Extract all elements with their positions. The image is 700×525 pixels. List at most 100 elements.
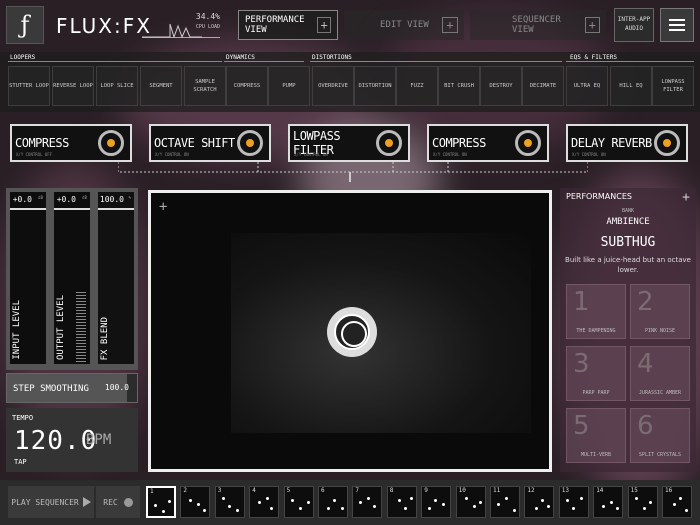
fx-slot-2[interactable]: OCTAVE SHIFT X/Y CONTROL ON <box>149 124 271 162</box>
fx-compress[interactable]: COMPRESS <box>226 66 268 106</box>
sequencer-step-6[interactable]: 6 <box>318 486 348 518</box>
sequencer-step-4[interactable]: 4 <box>249 486 280 518</box>
slot-toggle-knob[interactable] <box>515 130 541 156</box>
slot-name: COMPRESS <box>432 136 486 150</box>
play-sequencer-button[interactable]: PLAY SEQUENCER <box>8 486 94 518</box>
fx-sample-scratch[interactable]: SAMPLE SCRATCH <box>184 66 226 106</box>
sequencer-step-8[interactable]: 8 <box>386 486 417 518</box>
tab-edit-view[interactable]: EDIT VIEW + <box>344 10 464 40</box>
fx-loop-slice[interactable]: LOOP SLICE <box>96 66 138 106</box>
fx-overdrive[interactable]: OVERDRIVE <box>312 66 354 106</box>
fx-slot-4[interactable]: COMPRESS X/Y CONTROL ON <box>427 124 549 162</box>
sequencer-step-9[interactable]: 9 <box>421 486 452 518</box>
fx-blend-meter[interactable]: 100.0 % FX BLEND <box>98 192 134 364</box>
sequencer-step-11[interactable]: 11 <box>490 486 520 518</box>
add-icon[interactable]: + <box>159 199 167 215</box>
fx-decimate[interactable]: DECIMATE <box>522 66 564 106</box>
inter-app-audio-button[interactable]: INTER-APP AUDIO <box>614 8 654 42</box>
target-icon <box>334 314 370 350</box>
performance-slot-5[interactable]: 5 MULTI-VERB <box>566 408 626 463</box>
add-icon[interactable]: + <box>317 17 331 33</box>
fx-slot-5[interactable]: DELAY REVERB X/Y CONTROL ON <box>566 124 688 162</box>
performance-slot-2[interactable]: 2 PINK NOISE <box>630 284 690 339</box>
record-button[interactable]: REC <box>96 486 140 518</box>
meter-label: INPUT LEVEL <box>12 300 22 360</box>
tempo-unit: BPM <box>86 432 112 448</box>
tempo-value[interactable]: 120.0 <box>14 426 97 456</box>
fx-ultra-eq[interactable]: ULTRA EQ <box>566 66 608 106</box>
sequencer-step-13[interactable]: 13 <box>558 486 589 518</box>
add-icon[interactable]: + <box>442 17 458 33</box>
tab-sequencer-view[interactable]: SEQUENCER VIEW + <box>470 10 606 40</box>
xy-handle[interactable] <box>327 307 377 357</box>
performance-slot-4[interactable]: 4 JURASSIC AMBER <box>630 346 690 401</box>
step-dot <box>505 497 508 500</box>
sequencer-step-7[interactable]: 7 <box>352 486 383 518</box>
performance-slot-6[interactable]: 6 SPLIT CRYSTALS <box>630 408 690 463</box>
category-dynamics: DYNAMICS <box>226 54 255 61</box>
tempo-panel[interactable]: TEMPO 120.0 BPM TAP <box>6 408 138 472</box>
fx-destroy[interactable]: DESTROY <box>480 66 522 106</box>
fx-segment[interactable]: SEGMENT <box>140 66 182 106</box>
step-smoothing-label: STEP SMOOTHING <box>13 384 89 394</box>
step-dot <box>290 499 294 502</box>
record-icon <box>123 497 133 507</box>
step-dot <box>472 505 476 508</box>
slot-toggle-knob[interactable] <box>98 130 124 156</box>
sequencer-step-14[interactable]: 14 <box>593 486 624 518</box>
sequencer-step-1[interactable]: 1 <box>146 486 176 518</box>
step-smoothing-slider[interactable]: STEP SMOOTHING 100.0 <box>6 373 138 403</box>
step-dot <box>306 501 310 504</box>
play-icon <box>82 497 91 507</box>
app-logo[interactable]: ƒ <box>6 6 44 44</box>
cpu-label: CPU LOAD <box>195 24 220 30</box>
sequencer-step-5[interactable]: 5 <box>283 486 314 518</box>
input-level-meter[interactable]: +0.0 dB INPUT LEVEL <box>10 192 46 364</box>
fx-bit-crush[interactable]: BIT CRUSH <box>438 66 480 106</box>
step-number: 2 <box>183 487 188 494</box>
sequencer-step-12[interactable]: 12 <box>524 486 555 518</box>
slot-subtitle: X/Y CONTROL ON <box>433 152 467 157</box>
menu-button[interactable] <box>660 8 694 42</box>
fx-slot-3[interactable]: LOWPASS FILTER X/Y CONTROL ON <box>288 124 410 162</box>
step-dot <box>434 499 438 502</box>
add-icon[interactable]: + <box>682 190 690 205</box>
output-level-meter[interactable]: +0.0 dB OUTPUT LEVEL <box>54 192 90 364</box>
step-dot <box>535 507 539 510</box>
slot-toggle-knob[interactable] <box>376 130 402 156</box>
sequencer-step-3[interactable]: 3 <box>214 486 245 518</box>
fx-pump[interactable]: PUMP <box>268 66 310 106</box>
performances-panel: PERFORMANCES + BANK AMBIENCE SUBTHUG Bui… <box>560 188 696 472</box>
step-dot <box>541 499 545 502</box>
category-distortions: DISTORTIONS <box>312 54 352 61</box>
sequencer-step-16[interactable]: 16 <box>662 486 692 518</box>
bank-name[interactable]: AMBIENCE <box>560 217 696 227</box>
slot-toggle-knob[interactable] <box>237 130 263 156</box>
tab-performance-view[interactable]: PERFORMANCE VIEW + <box>238 10 338 40</box>
step-number: 4 <box>252 487 256 494</box>
step-dot <box>168 500 171 503</box>
fx-fuzz[interactable]: FUZZ <box>396 66 438 106</box>
add-icon[interactable]: + <box>584 17 600 33</box>
meter-unit: dB <box>82 195 87 200</box>
slot-toggle-knob[interactable] <box>654 130 680 156</box>
sequencer-step-15[interactable]: 15 <box>627 486 658 518</box>
step-dot <box>571 507 575 510</box>
tap-button[interactable]: TAP <box>14 458 27 466</box>
fx-stutter-loop[interactable]: STUTTER LOOP <box>8 66 50 106</box>
fx-slot-1[interactable]: COMPRESS X/Y CONTROL OFF <box>10 124 132 162</box>
performance-slot-3[interactable]: 3 PARP PARP <box>566 346 626 401</box>
fx-distortion[interactable]: DISTORTION <box>354 66 396 106</box>
sequencer-step-2[interactable]: 2 <box>180 486 211 518</box>
xy-pad[interactable]: + <box>148 190 552 472</box>
slot-name: OCTAVE SHIFT <box>154 136 235 150</box>
step-dot <box>513 509 516 512</box>
step-dot <box>579 497 583 500</box>
sequencer-step-10[interactable]: 10 <box>455 486 486 518</box>
performance-slot-1[interactable]: 1 THE DAMPENING <box>566 284 626 339</box>
fx-hill-eq[interactable]: HILL EQ <box>610 66 652 106</box>
fx-lowpass-filter[interactable]: LOWPASS FILTER <box>652 66 694 106</box>
step-number: 15 <box>630 487 638 494</box>
step-dot <box>221 497 225 500</box>
fx-reverse-loop[interactable]: REVERSE LOOP <box>52 66 94 106</box>
